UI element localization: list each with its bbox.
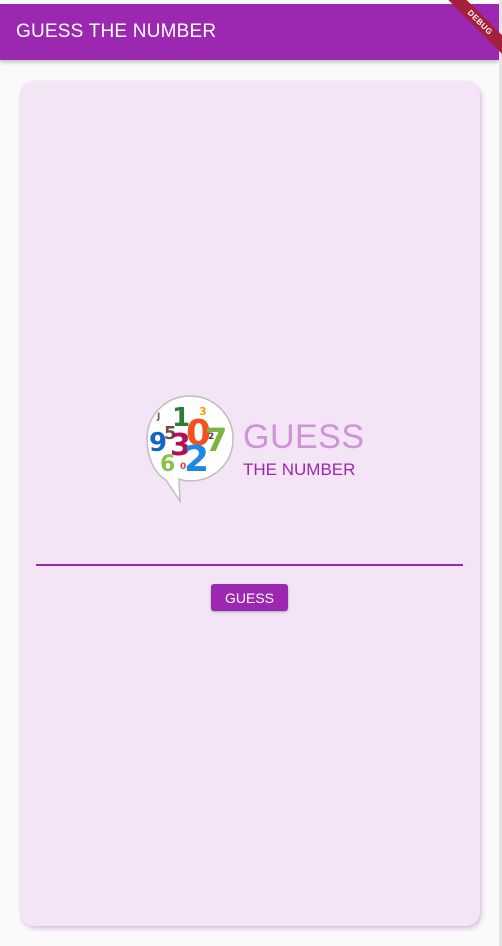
- app-logo: 1 0 9 5 3 7 2 6 3 J 2 0 GUESS THE NUMBER: [144, 393, 364, 505]
- svg-text:2: 2: [184, 439, 209, 480]
- logo-title: GUESS: [243, 418, 365, 456]
- debug-banner: DEBUG: [442, 0, 502, 60]
- logo-subtitle: THE NUMBER: [243, 460, 356, 479]
- number-bubble-icon: 1 0 9 5 3 7 2 6 3 J 2 0: [146, 395, 234, 504]
- number-input[interactable]: [36, 522, 463, 566]
- svg-text:6: 6: [160, 452, 175, 477]
- svg-text:3: 3: [199, 405, 207, 418]
- debug-banner-label: DEBUG: [445, 0, 502, 57]
- app-bar: GUESS THE NUMBER: [0, 4, 499, 60]
- svg-text:J: J: [156, 412, 160, 422]
- guess-button[interactable]: GUESS: [211, 584, 288, 611]
- app-title: GUESS THE NUMBER: [16, 21, 217, 42]
- svg-text:0: 0: [180, 462, 186, 472]
- main-card: 1 0 9 5 3 7 2 6 3 J 2 0 GUESS THE NUMBER…: [20, 81, 480, 926]
- svg-text:2: 2: [208, 432, 214, 442]
